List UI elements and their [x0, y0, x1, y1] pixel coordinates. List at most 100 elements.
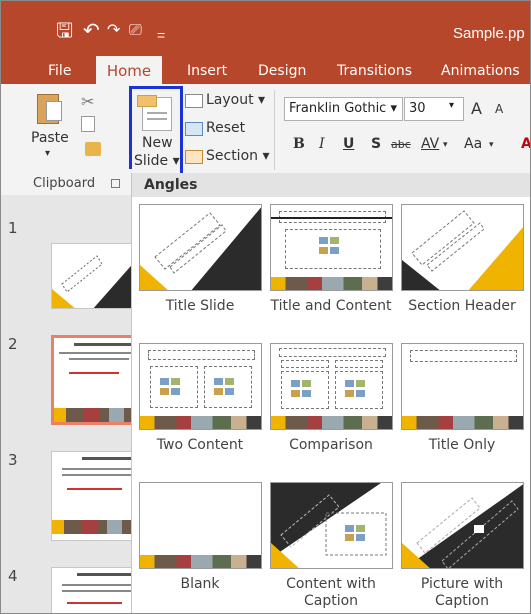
title-rule	[271, 217, 392, 219]
layout-picture-with-caption[interactable]	[401, 482, 524, 569]
powerpoint-window: 🖫 ↶ ↷ ⎚ = Sample.pp File Home Insert Des…	[0, 0, 531, 614]
photo-strip	[271, 277, 392, 290]
slide-number: 3	[8, 451, 18, 469]
reset-icon	[185, 122, 203, 136]
new-slide-icon	[137, 95, 172, 131]
shrink-font-button[interactable]: A	[495, 102, 503, 116]
tab-insert[interactable]: Insert	[187, 63, 227, 79]
cut-icon[interactable]: ✂	[81, 92, 94, 112]
clipboard-icon	[37, 94, 62, 124]
new-slide-dropdown-label: Slide ▾	[134, 153, 180, 169]
redo-icon[interactable]: ↷	[107, 21, 120, 41]
photo-strip	[140, 555, 261, 568]
italic-button[interactable]: I	[319, 136, 325, 152]
tab-file[interactable]: File	[48, 63, 71, 79]
layout-section-header-label: Section Header	[408, 298, 516, 314]
content-icons	[160, 378, 188, 396]
title-placeholder	[410, 350, 517, 362]
content-icons	[319, 237, 347, 255]
ribbon-separator	[274, 90, 275, 170]
layout-title-and-content[interactable]	[270, 204, 393, 291]
underline-button[interactable]: U	[343, 136, 354, 152]
photo-strip	[271, 416, 392, 429]
change-case-button[interactable]: Aa	[464, 136, 482, 152]
clipboard-launcher-icon[interactable]	[111, 179, 120, 188]
save-icon[interactable]: 🖫	[56, 21, 73, 41]
layout-icon	[185, 94, 203, 108]
section-button[interactable]: Section ▾	[206, 148, 270, 164]
reset-button[interactable]: Reset	[206, 120, 245, 136]
undo-icon[interactable]: ↶	[83, 21, 100, 41]
change-case-dropdown-icon[interactable]: ▾	[489, 140, 494, 150]
layout-content-with-caption[interactable]	[270, 482, 393, 569]
format-painter-icon[interactable]	[85, 142, 101, 156]
layout-section-header[interactable]	[401, 204, 524, 291]
customize-qat-icon[interactable]: =	[157, 25, 165, 45]
new-slide-button[interactable]: New Slide ▾	[129, 86, 183, 176]
layout-picture-with-caption-art	[402, 483, 523, 568]
right-heading-placeholder	[335, 360, 383, 368]
text-shadow-button[interactable]: S	[371, 136, 381, 152]
start-slideshow-icon[interactable]: ⎚	[129, 21, 142, 41]
layout-title-slide-label: Title Slide	[165, 298, 235, 314]
layout-title-and-content-label: Title and Content	[270, 298, 392, 314]
strikethrough-button[interactable]: abc	[391, 138, 411, 151]
copy-icon[interactable]	[81, 116, 95, 132]
new-slide-label: New	[142, 135, 173, 151]
slide-3-art	[52, 452, 135, 540]
layout-content-with-caption-label: Content with Caption	[286, 576, 376, 609]
layout-two-content-label: Two Content	[156, 437, 244, 453]
content-icons	[291, 380, 319, 398]
layout-comparison[interactable]	[270, 343, 393, 430]
bold-button[interactable]: B	[293, 136, 305, 152]
left-heading-placeholder	[281, 360, 329, 368]
slide-1-art	[52, 244, 135, 308]
character-spacing-dropdown-icon[interactable]: ▾	[443, 140, 448, 150]
slide-4-art	[52, 568, 135, 613]
title-placeholder	[148, 350, 255, 360]
slide-thumbnail-3[interactable]	[51, 451, 136, 541]
slide-thumbnail-4[interactable]	[51, 567, 136, 613]
font-color-button[interactable]: A	[521, 136, 530, 152]
slide-2-art	[54, 338, 133, 422]
slide-thumbnail-pane: 1 2 3 4	[1, 195, 136, 613]
paste-label: Paste	[31, 130, 69, 146]
tab-design[interactable]: Design	[258, 63, 306, 79]
layout-title-only[interactable]	[401, 343, 524, 430]
content-icons	[214, 378, 242, 396]
paste-dropdown-icon[interactable]: ▾	[45, 148, 50, 159]
slide-thumbnail-1[interactable]	[51, 243, 136, 309]
tab-animations[interactable]: Animations	[441, 63, 520, 79]
slide-number: 2	[8, 335, 18, 353]
character-spacing-button[interactable]: AV	[421, 136, 439, 152]
layout-title-slide[interactable]	[139, 204, 262, 291]
content-icons	[345, 380, 373, 398]
font-name-combobox[interactable]: Franklin Gothic ▾	[284, 97, 403, 121]
paste-button[interactable]: Paste ▾	[31, 90, 71, 168]
clipboard-group-label: Clipboard	[33, 176, 96, 191]
layout-content-with-caption-art	[271, 483, 392, 568]
tab-home[interactable]: Home	[96, 56, 162, 84]
title-bar: 🖫 ↶ ↷ ⎚ = Sample.pp	[1, 1, 530, 59]
layout-title-only-label: Title Only	[428, 437, 496, 453]
font-size-value: 30	[409, 101, 426, 116]
layout-blank-label: Blank	[180, 576, 220, 592]
tab-transitions[interactable]: Transitions	[337, 63, 412, 79]
layout-title-slide-art	[140, 207, 261, 290]
font-size-dropdown-icon[interactable]: ▾	[449, 100, 454, 111]
grow-font-button[interactable]: A	[471, 99, 482, 118]
slide-number: 4	[8, 567, 18, 585]
photo-strip	[402, 416, 523, 429]
slide-thumbnail-2[interactable]	[51, 335, 136, 425]
new-slide-layout-gallery: Angles Title Slide Title and Content Sec…	[131, 173, 530, 613]
theme-name: Angles	[144, 177, 198, 193]
layout-two-content[interactable]	[139, 343, 262, 430]
layout-blank[interactable]	[139, 482, 262, 569]
title-placeholder	[279, 348, 386, 357]
layout-button[interactable]: Layout ▾	[206, 92, 265, 108]
section-icon	[185, 150, 203, 164]
font-size-combobox[interactable]: 30 ▾	[404, 97, 464, 121]
gallery-header: Angles	[132, 173, 530, 197]
slide-number: 1	[8, 219, 18, 237]
layout-comparison-label: Comparison	[289, 437, 373, 453]
